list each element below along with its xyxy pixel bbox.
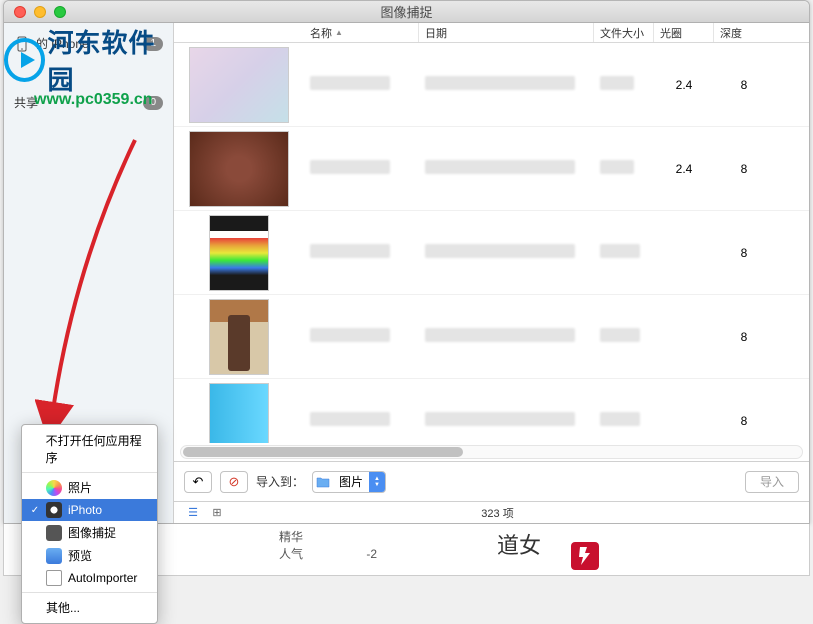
table-row[interactable]: 8: [174, 295, 809, 379]
import-to-label: 导入到：: [256, 473, 304, 490]
dropdown-item-image-capture[interactable]: 图像捕捉: [22, 521, 157, 544]
main-pane: 名称▲ 日期 文件大小 光圈 深度 2.4 8: [174, 23, 809, 523]
destination-select[interactable]: 图片 ▲▼: [312, 471, 386, 493]
item-count: 323 项: [226, 505, 769, 521]
sidebar-share-label: 共享: [14, 94, 38, 111]
destination-value: 图片: [333, 473, 369, 490]
sidebar-item-device[interactable]: 的 iPhone 1: [4, 31, 173, 56]
app-select-dropdown[interactable]: 不打开任何应用程序 照片 ✓ iPhoto 图像捕捉 预览 AutoImport…: [21, 424, 158, 624]
list-view-button[interactable]: ☰: [184, 506, 202, 520]
table-row[interactable]: 8: [174, 211, 809, 295]
date-redacted: [425, 328, 575, 342]
close-button[interactable]: [14, 6, 26, 18]
aperture-value: 2.4: [654, 162, 714, 176]
filename-redacted: [310, 160, 390, 174]
autoimporter-app-icon: [46, 570, 62, 586]
depth-value: 8: [714, 414, 774, 428]
filename-redacted: [310, 412, 390, 426]
date-redacted: [425, 76, 575, 90]
table-row[interactable]: 8: [174, 379, 809, 443]
depth-value: 8: [714, 162, 774, 176]
date-redacted: [425, 244, 575, 258]
size-redacted: [600, 160, 634, 174]
preview-app-icon: [46, 548, 62, 564]
titlebar[interactable]: 图像捕捉: [4, 1, 809, 23]
table-row[interactable]: 2.4 8: [174, 127, 809, 211]
col-name[interactable]: 名称▲: [304, 23, 419, 42]
dropdown-item-photos[interactable]: 照片: [22, 476, 157, 499]
sidebar-item-share[interactable]: 共享 0: [4, 90, 173, 115]
aperture-value: 2.4: [654, 78, 714, 92]
dropdown-separator: [22, 592, 157, 593]
thumbnail[interactable]: [189, 131, 289, 207]
iphoto-app-icon: [46, 502, 62, 518]
thumbnail[interactable]: [209, 215, 269, 291]
sidebar-device-label: 的 iPhone: [36, 35, 89, 52]
photos-app-icon: [46, 480, 62, 496]
image-capture-app-icon: [46, 525, 62, 541]
sort-indicator-icon: ▲: [335, 28, 343, 37]
col-size[interactable]: 文件大小: [594, 23, 654, 42]
rotate-icon: ↶: [193, 474, 204, 490]
size-redacted: [600, 76, 634, 90]
col-date[interactable]: 日期: [419, 23, 594, 42]
size-redacted: [600, 328, 640, 342]
depth-value: 8: [714, 330, 774, 344]
scrollbar-thumb[interactable]: [183, 447, 463, 457]
thumbnail[interactable]: [209, 383, 269, 444]
dropdown-item-preview[interactable]: 预览: [22, 544, 157, 567]
column-headers: 名称▲ 日期 文件大小 光圈 深度: [174, 23, 809, 43]
date-redacted: [425, 160, 575, 174]
col-depth[interactable]: 深度: [714, 23, 774, 42]
size-redacted: [600, 412, 640, 426]
select-arrows-icon: ▲▼: [369, 472, 385, 492]
depth-value: 8: [714, 78, 774, 92]
grid-icon: ⊞: [212, 506, 221, 519]
table-row[interactable]: 2.4 8: [174, 43, 809, 127]
pictures-folder-icon: [313, 472, 333, 492]
dropdown-separator: [22, 472, 157, 473]
window-title: 图像捕捉: [4, 2, 809, 21]
rotate-button[interactable]: ↶: [184, 471, 212, 493]
delete-button[interactable]: ⊘: [220, 471, 248, 493]
import-button[interactable]: 导入: [745, 471, 799, 493]
statusbar: ☰ ⊞ 323 项: [174, 501, 809, 523]
file-list[interactable]: 2.4 8 2.4 8 8: [174, 43, 809, 443]
filename-redacted: [310, 328, 390, 342]
check-icon: ✓: [30, 505, 40, 516]
col-aperture[interactable]: 光圈: [654, 23, 714, 42]
device-badge: 1: [143, 37, 163, 51]
filename-redacted: [310, 76, 390, 90]
view-toggle: ☰ ⊞: [184, 506, 226, 520]
toolbar: ↶ ⊘ 导入到： 图片 ▲▼ 导入: [174, 461, 809, 501]
filename-redacted: [310, 244, 390, 258]
thumbnail[interactable]: [189, 47, 289, 123]
iphone-icon: [14, 36, 30, 52]
dropdown-item-iphoto[interactable]: ✓ iPhoto: [22, 499, 157, 521]
no-entry-icon: ⊘: [229, 474, 240, 490]
dropdown-item-autoimporter[interactable]: AutoImporter: [22, 567, 157, 589]
flash-icon: [571, 542, 599, 570]
dropdown-item-other[interactable]: 其他...: [22, 596, 157, 619]
grid-view-button[interactable]: ⊞: [208, 506, 226, 520]
share-badge: 0: [143, 96, 163, 110]
col-thumb[interactable]: [174, 23, 304, 42]
minimize-button[interactable]: [34, 6, 46, 18]
depth-value: 8: [714, 246, 774, 260]
dropdown-item-no-app[interactable]: 不打开任何应用程序: [22, 429, 157, 469]
horizontal-scrollbar[interactable]: [180, 445, 803, 459]
list-icon: ☰: [188, 506, 198, 519]
date-redacted: [425, 412, 575, 426]
thumbnail[interactable]: [209, 299, 269, 375]
zoom-button[interactable]: [54, 6, 66, 18]
size-redacted: [600, 244, 640, 258]
traffic-lights: [4, 6, 66, 18]
